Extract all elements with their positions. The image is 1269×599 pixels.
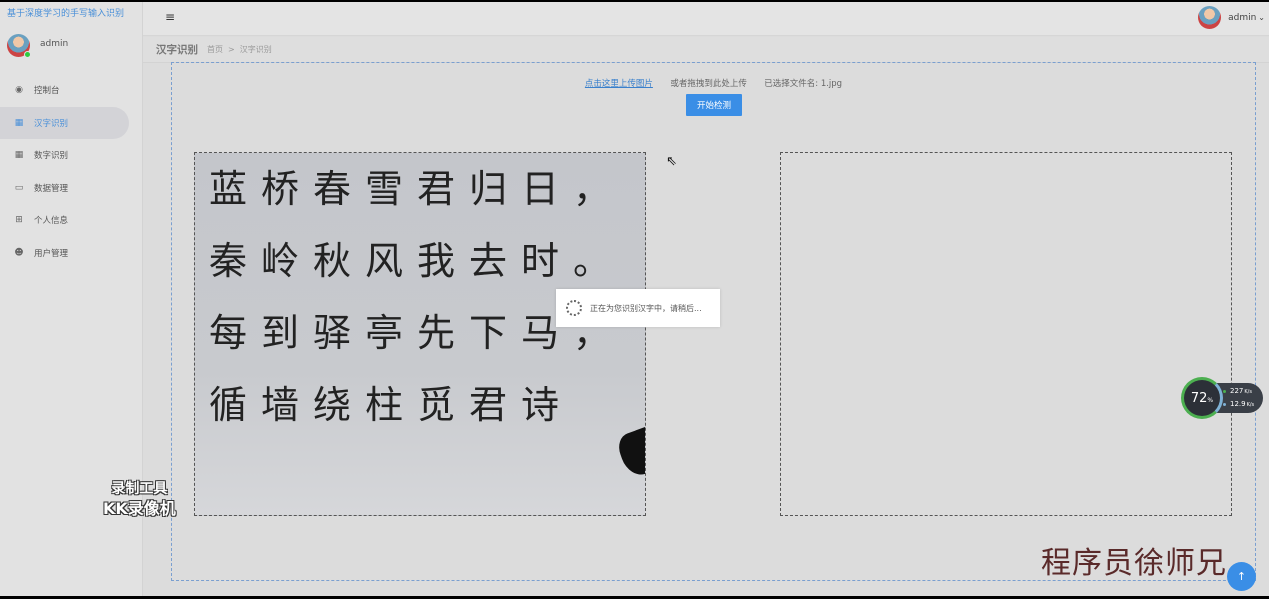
sidebar-item-label: 数据管理 <box>34 183 69 194</box>
user-menu[interactable]: admin ⌄ <box>1198 6 1265 29</box>
avatar <box>1198 6 1222 29</box>
database-icon: ▭ <box>14 182 24 193</box>
loading-text: 正在为您识别汉字中，请稍后... <box>590 303 702 313</box>
spinner-icon <box>566 300 582 316</box>
online-status-dot <box>24 51 31 58</box>
recorder-watermark-line: 录制工具 <box>111 481 168 497</box>
selected-file-label: 已选择文件名: 1.jpg <box>764 79 843 89</box>
sidebar-item-label: 汉字识别 <box>34 118 69 129</box>
page-title: 汉字识别 <box>156 44 198 56</box>
result-preview <box>780 152 1232 516</box>
sidebar-item-digit-recognition[interactable]: ▦ 数字识别 <box>0 139 129 171</box>
avatar <box>7 34 31 58</box>
breadcrumb: 首页 > 汉字识别 <box>207 44 272 55</box>
breadcrumb-home[interactable]: 首页 <box>207 45 223 54</box>
cpu-usage-gauge: 72% <box>1181 377 1223 419</box>
poem-line: 秦岭秋风我去时。 <box>209 239 626 283</box>
topbar: ≡ admin ⌄ <box>143 2 1269 36</box>
sidebar-item-hanzi-recognition[interactable]: ▦ 汉字识别 <box>0 106 129 139</box>
recorder-watermark-line: KK录像机 <box>103 499 176 518</box>
sidebar-user: admin <box>7 34 69 58</box>
upload-link[interactable]: 点击这里上传图片 <box>585 79 653 89</box>
table-icon: ⊞ <box>15 215 23 225</box>
sidebar-item-label: 个人信息 <box>34 216 69 226</box>
dashboard-icon: ◉ <box>15 85 23 95</box>
upload-drop-zone[interactable]: 点击这里上传图片 或者拖拽到此处上传 已选择文件名: 1.jpg 开始检测 蓝桥… <box>171 62 1256 581</box>
grid-icon: ▦ <box>14 150 24 160</box>
recorder-watermark: 录制工具 KK录像机 <box>103 480 176 518</box>
poem-line: 循墙绕柱觅君诗 <box>209 383 574 427</box>
upload-speed: 227K/s <box>1223 387 1252 395</box>
sidebar-user-name: admin <box>40 38 69 49</box>
users-icon: ☻ <box>14 247 24 258</box>
scroll-top-button[interactable]: ↑ <box>1227 562 1256 591</box>
sidebar-item-label: 用户管理 <box>34 248 69 259</box>
poem-line: 蓝桥春雪君归日， <box>209 167 626 211</box>
sidebar-item-user-management[interactable]: ☻ 用户管理 <box>0 237 129 269</box>
upload-row: 点击这里上传图片 或者拖拽到此处上传 已选择文件名: 1.jpg <box>172 77 1255 89</box>
menu-toggle-icon[interactable]: ≡ <box>165 10 175 24</box>
app-frame: 基于深度学习的手写输入识别 admin ◉ 控制台 ▦ 汉字识别 ▦ 数字识别 … <box>0 2 1269 596</box>
breadcrumb-separator: > <box>228 45 235 54</box>
input-image-preview: 蓝桥春雪君归日， 秦岭秋风我去时。 每到驿亭先下马， 循墙绕柱觅君诗 <box>194 152 646 516</box>
content-header: 汉字识别 首页 > 汉字识别 <box>143 37 1269 63</box>
sidebar-item-label: 数字识别 <box>34 151 69 161</box>
grid-icon: ▦ <box>14 117 24 128</box>
loading-toast: 正在为您识别汉字中，请稍后... <box>556 289 720 327</box>
download-speed: 12.9K/s <box>1223 400 1254 408</box>
mouse-cursor-icon: ⇖ <box>666 154 677 169</box>
user-menu-name: admin <box>1228 12 1257 23</box>
breadcrumb-current: 汉字识别 <box>239 45 272 54</box>
sidebar-item-dashboard[interactable]: ◉ 控制台 <box>0 74 129 106</box>
app-brand[interactable]: 基于深度学习的手写输入识别 <box>0 2 142 28</box>
chevron-down-icon: ⌄ <box>1258 13 1265 22</box>
sidebar-item-label: 控制台 <box>34 86 60 96</box>
sidebar-item-profile[interactable]: ⊞ 个人信息 <box>0 204 129 236</box>
author-watermark: 程序员徐师兄 <box>1041 546 1227 581</box>
drag-hint: 或者拖拽到此处上传 <box>670 79 747 89</box>
sidebar-menu: ◉ 控制台 ▦ 汉字识别 ▦ 数字识别 ▭ 数据管理 ⊞ 个人信息 ☻ 用户管理 <box>0 74 143 269</box>
start-detect-button[interactable]: 开始检测 <box>686 94 742 116</box>
sidebar-item-data-management[interactable]: ▭ 数据管理 <box>0 172 129 204</box>
network-speed-widget[interactable]: 227K/s 12.9K/s 72% <box>1181 377 1263 419</box>
